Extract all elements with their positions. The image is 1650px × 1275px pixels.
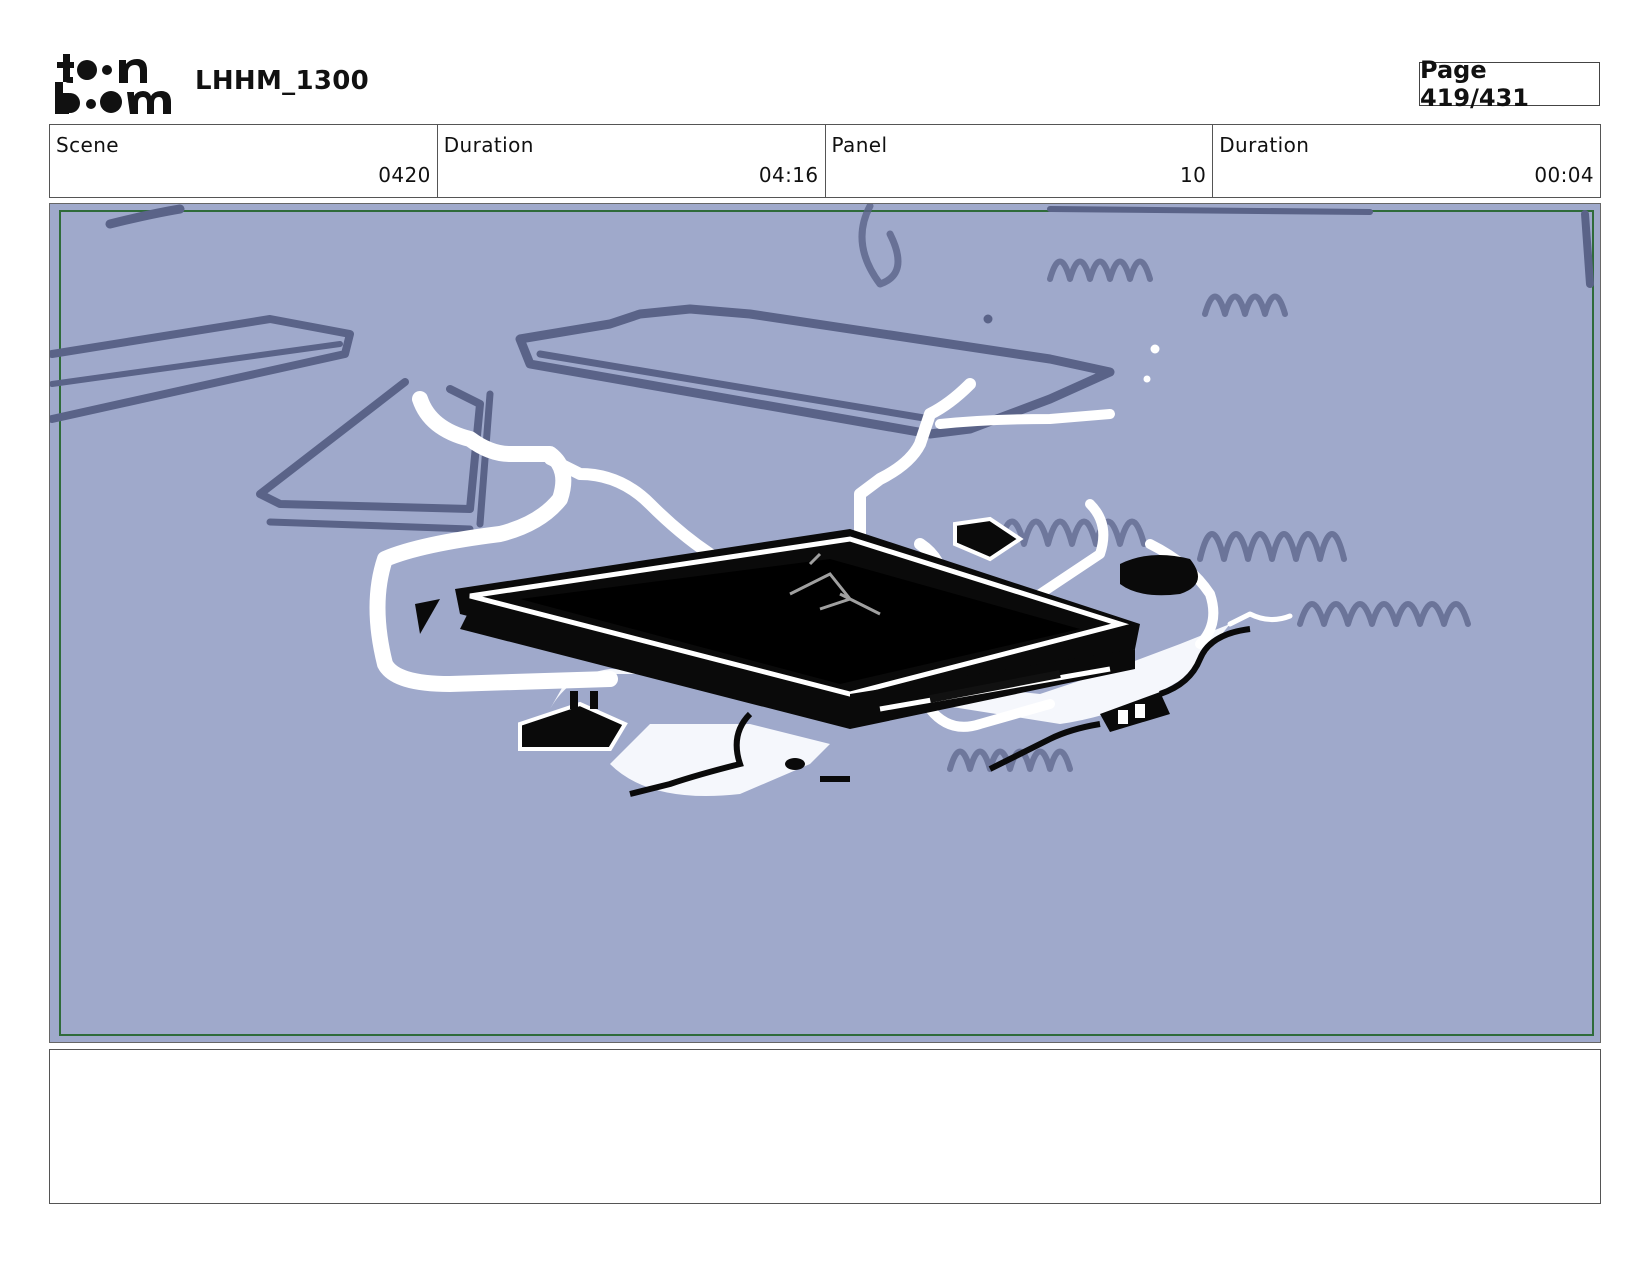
panel-image xyxy=(49,203,1601,1043)
storyboard-sketch xyxy=(50,204,1599,1041)
panel-duration-value: 00:04 xyxy=(1534,163,1594,187)
scene-info-table: Scene 0420 Duration 04:16 Panel 10 Durat… xyxy=(49,124,1601,198)
panel-cell: Panel 10 xyxy=(826,125,1214,197)
storyboard-page: LHHM_1300 Page 419/431 Scene 0420 Durati… xyxy=(0,0,1650,1275)
panel-duration-label: Duration xyxy=(1219,133,1310,157)
panel-notes-box xyxy=(49,1049,1601,1204)
scene-cell: Scene 0420 xyxy=(50,125,438,197)
scene-value: 0420 xyxy=(378,163,431,187)
scene-duration-label: Duration xyxy=(443,133,534,157)
panel-label: Panel xyxy=(831,133,888,157)
toon-boom-logo-icon xyxy=(55,54,171,114)
scene-label: Scene xyxy=(56,133,119,157)
scene-duration-value: 04:16 xyxy=(758,163,819,187)
panel-value: 10 xyxy=(1180,163,1207,187)
scene-duration-cell: Duration 04:16 xyxy=(438,125,826,197)
page-number-label: Page 419/431 xyxy=(1420,56,1529,112)
panel-duration-cell: Duration 00:04 xyxy=(1213,125,1600,197)
project-title: LHHM_1300 xyxy=(195,66,370,96)
page-number-badge: Page 419/431 xyxy=(1419,56,1600,112)
